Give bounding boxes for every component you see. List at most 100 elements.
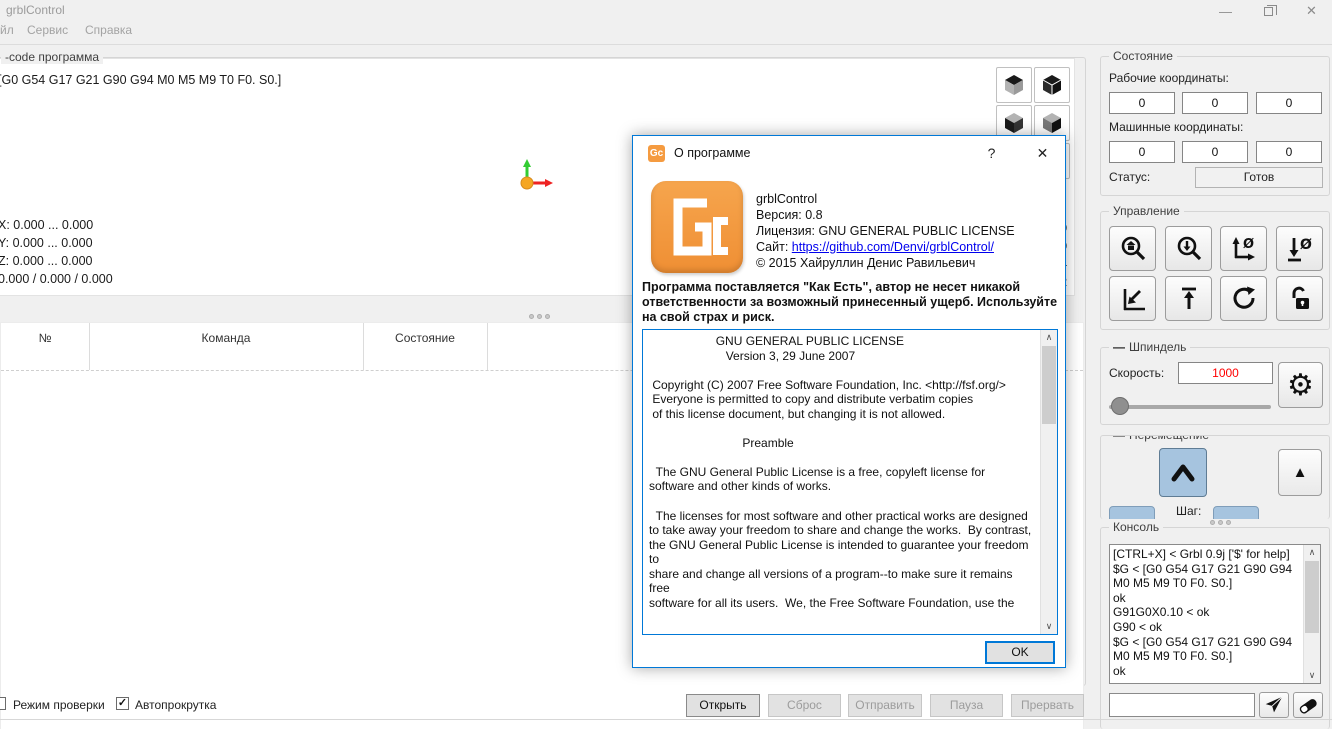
viewport-stats: X: 0.000 ... 0.000 Y: 0.000 ... 0.000 Z:…	[0, 218, 113, 290]
cube-front-icon	[1005, 113, 1023, 133]
console-clear-button[interactable]	[1293, 692, 1323, 718]
table-header-number[interactable]: №	[1, 331, 89, 345]
search-probe-icon	[1177, 236, 1201, 260]
home-button[interactable]	[1109, 226, 1156, 271]
stat-x: X: 0.000 ... 0.000	[0, 218, 94, 232]
safe-position-button[interactable]	[1165, 276, 1212, 321]
table-header-command[interactable]: Команда	[89, 331, 363, 345]
jog-y-plus-button[interactable]	[1159, 448, 1207, 497]
dialog-titlebar[interactable]: Gc О программе ? ✕	[633, 136, 1065, 170]
z-probe-button[interactable]	[1165, 226, 1212, 271]
autoscroll-label[interactable]: Автопрокрутка	[135, 698, 216, 712]
minimize-icon: —	[1219, 3, 1232, 19]
minimize-button[interactable]: —	[1203, 0, 1248, 22]
gc-logo-icon	[673, 198, 728, 256]
state-group-label: Состояние	[1109, 49, 1177, 63]
app-logo	[651, 181, 743, 273]
speed-input[interactable]: 1000	[1178, 362, 1273, 384]
work-y-field[interactable]: 0	[1182, 92, 1248, 114]
zero-z-icon: Ø	[1287, 237, 1312, 261]
collapse-icon[interactable]: —	[1113, 340, 1125, 354]
license-textarea[interactable]: GNU GENERAL PUBLIC LICENSE Version 3, 29…	[642, 329, 1058, 635]
scroll-down-icon[interactable]: ∨	[1304, 668, 1320, 683]
reset-button[interactable]	[1220, 276, 1267, 321]
view-top-button[interactable]	[996, 67, 1032, 103]
unlock-button[interactable]	[1276, 276, 1323, 321]
jog-x-minus-button[interactable]	[1109, 506, 1155, 519]
svg-text:Ø: Ø	[1300, 237, 1312, 253]
window-title: grblControl	[6, 3, 65, 17]
console-output[interactable]: [CTRL+X] < Grbl 0.9j ['$' for help] $G <…	[1109, 544, 1321, 684]
speed-slider-handle[interactable]	[1111, 397, 1129, 415]
close-icon: ✕	[1036, 144, 1049, 161]
console-group: Консоль [CTRL+X] < Grbl 0.9j ['$' for he…	[1100, 520, 1330, 729]
menu-service[interactable]: Сервис	[27, 23, 68, 37]
reset-icon	[1233, 286, 1255, 309]
site-line: Сайт: https://github.com/Denvi/grblContr…	[756, 240, 994, 254]
check-mode-checkbox[interactable]	[0, 697, 6, 710]
stat-dimensions: 0.000 / 0.000 / 0.000	[0, 272, 113, 286]
console-command-input[interactable]	[1109, 693, 1255, 717]
license-scrollbar[interactable]: ∧ ∨	[1040, 330, 1057, 634]
table-header-state[interactable]: Состояние	[363, 331, 487, 345]
jog-z-plus-button[interactable]: ▲	[1278, 449, 1322, 496]
scroll-up-icon[interactable]: ∧	[1041, 330, 1057, 345]
machine-y-field[interactable]: 0	[1182, 141, 1248, 163]
zero-xy-icon: Ø	[1232, 236, 1255, 260]
license-text: GNU GENERAL PUBLIC LICENSE Version 3, 29…	[649, 334, 1032, 610]
speed-label: Скорость:	[1109, 366, 1165, 380]
console-line: $G < [G0 G54 G17 G21 G90 G94 M0 M5 M9 T0…	[1113, 561, 1296, 591]
abort-button[interactable]: Прервать	[1011, 694, 1084, 717]
scrollbar-thumb[interactable]	[1305, 561, 1319, 633]
chevron-up-icon	[1171, 464, 1195, 481]
menu-help[interactable]: Справка	[85, 23, 132, 37]
restore-origin-button[interactable]	[1109, 276, 1156, 321]
console-scrollbar[interactable]: ∧ ∨	[1303, 545, 1320, 683]
zero-xy-button[interactable]: Ø	[1220, 226, 1267, 271]
cube-side-icon	[1043, 113, 1061, 133]
status-value: Готов	[1195, 167, 1323, 188]
scrollbar-thumb[interactable]	[1042, 346, 1056, 424]
collapse-icon[interactable]: —	[1113, 436, 1125, 442]
state-group: Состояние Рабочие координаты: 0 0 0 Маши…	[1100, 49, 1330, 196]
ok-button[interactable]: OK	[985, 641, 1055, 664]
gcode-parse-line: [G0 G54 G17 G21 G90 G94 M0 M5 M9 T0 F0. …	[0, 73, 282, 87]
check-mode-label[interactable]: Режим проверки	[13, 698, 105, 712]
close-button[interactable]: ✕	[1289, 0, 1332, 22]
open-button[interactable]: Открыть	[686, 694, 760, 717]
table-grid-line	[89, 323, 90, 370]
zero-z-button[interactable]: Ø	[1276, 226, 1323, 271]
reset-file-button[interactable]: Сброс	[768, 694, 841, 717]
spindle-group-label: — Шпиндель	[1109, 340, 1191, 354]
spindle-toggle-button[interactable]: ⚙	[1278, 362, 1323, 408]
send-button[interactable]: Отправить	[848, 694, 922, 717]
dialog-help-button[interactable]: ?	[969, 136, 1014, 170]
unlock-icon	[1292, 286, 1309, 309]
menu-file[interactable]: йл	[0, 23, 14, 37]
origin-marker-icon	[520, 159, 553, 190]
vertical-splitter-handle[interactable]	[527, 308, 557, 319]
right-splitter-handle[interactable]	[1208, 514, 1238, 525]
view-isometric-button[interactable]	[1034, 67, 1070, 103]
jog-group-label: — Перемещение	[1109, 436, 1213, 442]
speed-slider-track[interactable]	[1109, 405, 1271, 409]
work-z-field[interactable]: 0	[1256, 92, 1322, 114]
disclaimer-text: Программа поставляется "Как Есть", автор…	[642, 280, 1058, 324]
site-link[interactable]: https://github.com/Denvi/grblControl/	[792, 240, 994, 254]
console-send-button[interactable]	[1259, 692, 1289, 718]
dialog-close-button[interactable]: ✕	[1020, 136, 1065, 170]
machine-x-field[interactable]: 0	[1109, 141, 1175, 163]
restore-button[interactable]	[1246, 0, 1291, 22]
machine-z-field[interactable]: 0	[1256, 141, 1322, 163]
app-name: grblControl	[756, 192, 818, 206]
scroll-down-icon[interactable]: ∨	[1041, 619, 1057, 634]
cube-solid-icon	[1042, 75, 1062, 95]
work-coords-label: Рабочие координаты:	[1109, 71, 1229, 85]
help-icon: ?	[987, 145, 996, 161]
cube-top-icon	[1005, 75, 1023, 95]
table-grid-line	[487, 323, 488, 370]
autoscroll-checkbox[interactable]: ✓	[116, 697, 129, 710]
work-x-field[interactable]: 0	[1109, 92, 1175, 114]
pause-button[interactable]: Пауза	[930, 694, 1003, 717]
scroll-up-icon[interactable]: ∧	[1304, 545, 1320, 560]
